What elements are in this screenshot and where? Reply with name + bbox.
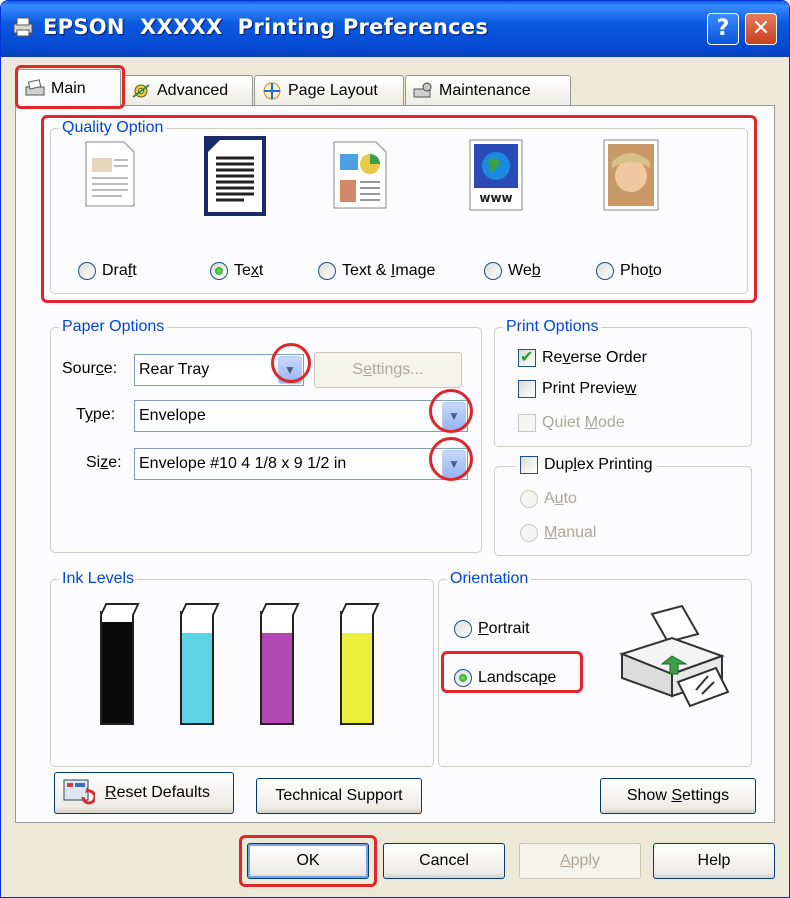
size-label: Size: <box>86 454 122 471</box>
duplex-check[interactable] <box>520 456 538 474</box>
page-layout-icon <box>263 82 281 99</box>
photo-radio[interactable]: Photo <box>596 262 662 280</box>
reverse-order-checkbox[interactable]: Reverse Order <box>518 347 647 367</box>
landscape-radio-button[interactable] <box>454 669 472 687</box>
tab-advanced-label: Advanced <box>157 81 229 99</box>
chevron-down-icon[interactable]: ▼ <box>442 450 466 478</box>
ink-cartridge-yellow <box>340 611 374 725</box>
draft-radio[interactable]: Draft <box>78 262 137 280</box>
quality-option-label: Quality Option <box>59 119 167 137</box>
help-button[interactable]: Help <box>653 843 775 879</box>
ok-button[interactable]: OK <box>247 843 369 879</box>
landscape-radio[interactable]: Landscape <box>454 669 556 687</box>
web-radio-button[interactable] <box>484 262 502 280</box>
printing-preferences-window: EPSON XXXXX Printing Preferences ? ✕ Mai… <box>0 0 790 898</box>
web-icon-text: www <box>479 191 512 205</box>
web-radio[interactable]: Web <box>484 262 541 280</box>
tab-advanced[interactable]: Advanced <box>123 75 253 105</box>
draft-radio-button[interactable] <box>78 262 96 280</box>
close-button[interactable]: ✕ <box>745 13 777 45</box>
chevron-down-icon[interactable]: ▼ <box>278 356 302 384</box>
draft-icon <box>85 141 135 207</box>
apply-button[interactable]: Apply <box>519 843 641 879</box>
portrait-radio[interactable]: Portrait <box>454 620 530 638</box>
main-tab-panel: Quality Option www Draft Text Text & Ima… <box>15 105 775 823</box>
ink-cartridge-cyan <box>180 611 214 725</box>
ink-fill-magenta <box>262 632 292 723</box>
ink-levels-label: Ink Levels <box>59 570 138 588</box>
technical-support-button[interactable]: Technical Support <box>256 778 422 814</box>
orientation-label: Orientation <box>447 570 532 588</box>
type-select[interactable]: Envelope ▼ <box>134 400 468 432</box>
source-label: Source: <box>62 360 118 377</box>
chevron-down-icon[interactable]: ▼ <box>442 402 466 430</box>
reset-defaults-button[interactable]: Reset Defaults <box>54 772 234 814</box>
tab-page-layout-label: Page Layout <box>288 81 378 99</box>
type-value: Envelope <box>139 407 206 424</box>
web-icon: www <box>469 139 523 211</box>
text-and-image-icon <box>333 141 387 209</box>
ink-fill-yellow <box>342 632 372 723</box>
printer-landscape-icon <box>619 604 730 708</box>
size-select[interactable]: Envelope #10 4 1/8 x 9 1/2 in ▼ <box>134 448 468 480</box>
cancel-button[interactable]: Cancel <box>383 843 505 879</box>
help-title-button[interactable]: ? <box>707 13 739 45</box>
reverse-order-check[interactable] <box>518 347 536 367</box>
text-icon <box>204 136 266 216</box>
text-radio-button[interactable] <box>210 262 228 280</box>
tab-main[interactable]: Main <box>17 69 121 107</box>
duplex-printing-checkbox[interactable]: Duplex Printing <box>516 456 657 474</box>
printer-tab-icon <box>25 78 45 95</box>
photo-radio-button[interactable] <box>596 262 614 280</box>
text-image-radio-button[interactable] <box>318 262 336 280</box>
reset-icon <box>63 779 95 805</box>
tab-page-layout[interactable]: Page Layout <box>254 75 404 105</box>
portrait-radio-button[interactable] <box>454 620 472 638</box>
tab-main-label: Main <box>51 79 86 97</box>
title-bar[interactable]: EPSON XXXXX Printing Preferences ? ✕ <box>1 1 789 57</box>
duplex-auto-radio-button[interactable] <box>520 490 538 508</box>
ink-fill-black <box>102 621 132 723</box>
source-select[interactable]: Rear Tray ▼ <box>134 354 304 386</box>
duplex-manual-radio[interactable]: Manual <box>520 524 596 542</box>
print-preview-checkbox[interactable]: Print Preview <box>518 380 636 398</box>
quiet-mode-check[interactable] <box>518 414 536 432</box>
text-radio[interactable]: Text <box>210 262 263 280</box>
settings-button[interactable]: Settings... <box>314 352 462 388</box>
size-value: Envelope #10 4 1/8 x 9 1/2 in <box>139 455 347 472</box>
type-label: Type: <box>76 406 116 423</box>
source-value: Rear Tray <box>139 361 210 378</box>
show-settings-button[interactable]: Show Settings <box>600 778 756 814</box>
ink-fill-cyan <box>182 632 212 723</box>
print-options-label: Print Options <box>503 318 602 336</box>
ink-cartridge-black <box>100 611 134 725</box>
tab-maintenance-label: Maintenance <box>439 81 531 99</box>
text-image-radio[interactable]: Text & Image <box>318 262 435 280</box>
photo-icon <box>603 139 659 211</box>
duplex-auto-radio[interactable]: Auto <box>520 490 577 508</box>
maintenance-icon <box>413 82 432 97</box>
gear-icon <box>132 83 150 98</box>
window-title: EPSON XXXXX Printing Preferences <box>43 15 489 39</box>
tab-maintenance[interactable]: Maintenance <box>405 75 571 105</box>
duplex-group <box>494 466 752 556</box>
duplex-manual-radio-button[interactable] <box>520 524 538 542</box>
printer-icon <box>13 17 33 37</box>
print-preview-check[interactable] <box>518 380 536 398</box>
quiet-mode-checkbox[interactable]: Quiet Mode <box>518 414 625 432</box>
paper-options-label: Paper Options <box>59 318 168 336</box>
ink-cartridge-magenta <box>260 611 294 725</box>
